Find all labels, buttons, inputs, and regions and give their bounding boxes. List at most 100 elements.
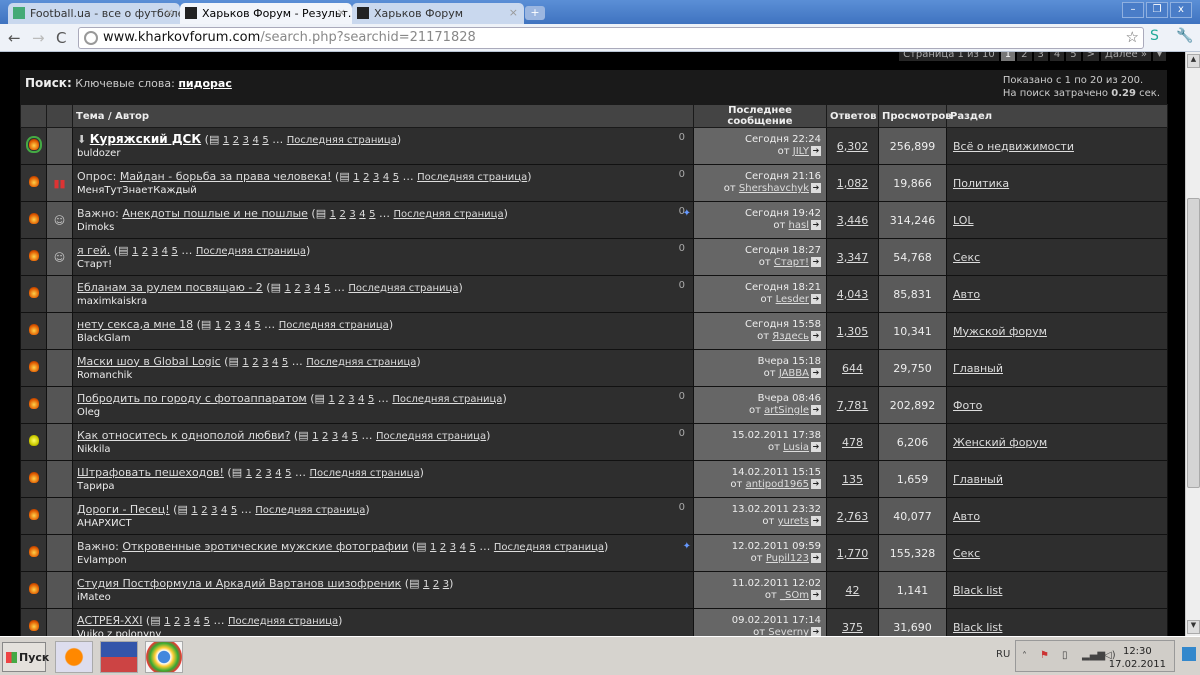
- page-link[interactable]: 3: [348, 394, 354, 405]
- page-link[interactable]: 5: [204, 616, 210, 627]
- page-link[interactable]: 3: [235, 320, 241, 331]
- show-hidden-icons-icon[interactable]: ˄: [1022, 651, 1027, 662]
- page-link[interactable]: 5: [285, 468, 291, 479]
- last-post-user[interactable]: _SOm: [780, 590, 809, 601]
- page-link[interactable]: 4: [314, 283, 320, 294]
- section-link[interactable]: Авто: [953, 288, 980, 301]
- page-link[interactable]: 4: [275, 468, 281, 479]
- page-link[interactable]: 1: [423, 579, 429, 590]
- last-page-link[interactable]: Последняя страница: [309, 468, 419, 479]
- thread-title-link[interactable]: Майдан - борьба за права человека!: [120, 170, 332, 183]
- go-to-last-post-icon[interactable]: ➔: [811, 553, 821, 563]
- reload-icon[interactable]: C: [56, 29, 66, 47]
- go-to-last-post-icon[interactable]: ➔: [811, 331, 821, 341]
- network-signal-icon[interactable]: ▂▄▆: [1082, 650, 1105, 661]
- section-link[interactable]: Мужской форум: [953, 325, 1047, 338]
- thread-author[interactable]: Romanchik: [77, 369, 689, 382]
- page-link[interactable]: 5: [1066, 52, 1081, 61]
- thread-author[interactable]: АНАРХИСТ: [77, 517, 689, 530]
- last-page-link[interactable]: Последняя страница: [348, 283, 458, 294]
- tab-kharkov-forum[interactable]: Харьков Форум ×: [352, 3, 524, 24]
- forward-icon[interactable]: →: [32, 29, 45, 47]
- page-link[interactable]: 4: [1049, 52, 1065, 61]
- thread-title-link[interactable]: Откровенные эротические мужские фотограф…: [122, 540, 408, 553]
- last-page-link[interactable]: Последняя страница: [228, 616, 338, 627]
- thread-author[interactable]: Oleg: [77, 406, 689, 419]
- last-page-link[interactable]: Последняя страница: [392, 394, 502, 405]
- thread-author[interactable]: Nikkila: [77, 443, 689, 456]
- thread-title-link[interactable]: Штрафовать пешеходов!: [77, 466, 224, 479]
- replies-count[interactable]: 3,347: [837, 251, 869, 264]
- page-link[interactable]: 3: [262, 357, 268, 368]
- page-link[interactable]: 5: [231, 505, 237, 516]
- section-header[interactable]: Раздел: [946, 104, 1168, 128]
- last-page-link[interactable]: Последняя страница: [417, 172, 527, 183]
- thread-author[interactable]: МеняТутЗнаетКаждый: [77, 184, 689, 197]
- last-page-link[interactable]: Последняя страница: [255, 505, 365, 516]
- last-post-user[interactable]: Pupil123: [766, 553, 809, 564]
- last-post-user[interactable]: artSingle: [764, 405, 809, 416]
- last-post-user[interactable]: yurets: [778, 516, 809, 527]
- scroll-down-icon[interactable]: ▼: [1187, 620, 1200, 634]
- page-link[interactable]: 4: [342, 431, 348, 442]
- page-link[interactable]: 4: [460, 542, 466, 553]
- page-link[interactable]: 2: [174, 616, 180, 627]
- page-link[interactable]: 2: [363, 172, 369, 183]
- page-link[interactable]: 4: [194, 616, 200, 627]
- page-jump-icon[interactable]: ▾: [1152, 52, 1166, 61]
- thread-title-link[interactable]: Побродить по городу с фотоаппаратом: [77, 392, 307, 405]
- last-post-user[interactable]: JABBA: [779, 368, 809, 379]
- last-post-user[interactable]: hasl: [789, 220, 809, 231]
- page-link[interactable]: 1: [164, 616, 170, 627]
- replies-count[interactable]: 478: [842, 436, 863, 449]
- thread-author[interactable]: Evlampon: [77, 554, 689, 567]
- media-player-icon[interactable]: [55, 641, 93, 673]
- section-link[interactable]: Главный: [953, 362, 1003, 375]
- page-link[interactable]: 1: [430, 542, 436, 553]
- go-to-last-post-icon[interactable]: ➔: [811, 590, 821, 600]
- page-link[interactable]: 2: [1017, 52, 1032, 61]
- page-link[interactable]: 5: [368, 394, 374, 405]
- tab-football[interactable]: Football.ua - все о футболе ×: [8, 3, 180, 24]
- go-to-last-post-icon[interactable]: ➔: [811, 220, 821, 230]
- replies-count[interactable]: 4,043: [837, 288, 869, 301]
- page-link[interactable]: 2: [433, 579, 439, 590]
- page-link[interactable]: 5: [282, 357, 288, 368]
- address-bar[interactable]: www.kharkovforum.com/search.php?searchid…: [78, 27, 1144, 49]
- page-link[interactable]: 3: [349, 209, 355, 220]
- page-link[interactable]: 1: [215, 320, 221, 331]
- page-link[interactable]: 1: [191, 505, 197, 516]
- page-link[interactable]: 1: [242, 357, 248, 368]
- page-link[interactable]: 2: [322, 431, 328, 442]
- page-link[interactable]: 3: [373, 172, 379, 183]
- go-to-last-post-icon[interactable]: ➔: [811, 294, 821, 304]
- save-app-icon[interactable]: [100, 641, 138, 673]
- section-link[interactable]: Авто: [953, 510, 980, 523]
- next-page-link[interactable]: >: [1082, 52, 1100, 61]
- go-to-last-post-icon[interactable]: ➔: [811, 479, 821, 489]
- last-post-user[interactable]: Severny: [768, 627, 809, 636]
- views-header[interactable]: Просмотров: [878, 104, 952, 128]
- go-to-last-post-icon[interactable]: ➔: [811, 442, 821, 452]
- replies-header[interactable]: Ответов: [826, 104, 879, 128]
- close-tab-icon[interactable]: ×: [165, 6, 174, 19]
- thread-author[interactable]: maximkaiskra: [77, 295, 689, 308]
- page-link[interactable]: 2: [340, 209, 346, 220]
- page-link[interactable]: 4: [272, 357, 278, 368]
- go-to-last-post-icon[interactable]: ➔: [811, 368, 821, 378]
- last-page-link[interactable]: Последняя страница: [279, 320, 389, 331]
- page-link[interactable]: 4: [162, 246, 168, 257]
- replies-count[interactable]: 375: [842, 621, 863, 634]
- section-link[interactable]: LOL: [953, 214, 974, 227]
- page-link[interactable]: 5: [470, 542, 476, 553]
- replies-count[interactable]: 7,781: [837, 399, 869, 412]
- last-post-header[interactable]: Последнее сообщение: [693, 104, 827, 128]
- page-link[interactable]: 4: [383, 172, 389, 183]
- page-link[interactable]: 4: [221, 505, 227, 516]
- replies-count[interactable]: 135: [842, 473, 863, 486]
- go-to-last-post-icon[interactable]: ➔: [811, 516, 821, 526]
- page-link[interactable]: 3: [450, 542, 456, 553]
- page-link[interactable]: 1: [353, 172, 359, 183]
- last-page-link[interactable]: Последняя страница: [376, 431, 486, 442]
- thread-author[interactable]: Vuiko z polonyny: [77, 628, 689, 637]
